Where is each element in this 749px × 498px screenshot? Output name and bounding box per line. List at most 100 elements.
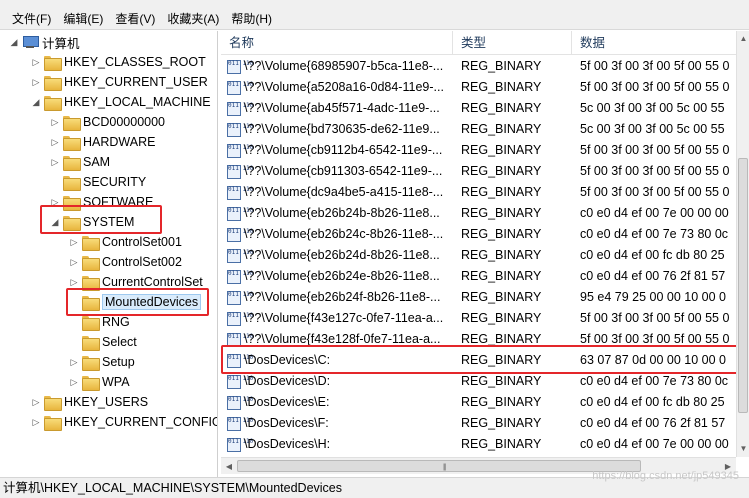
table-row[interactable]: 011 110 \??\Volume{cb911303-6542-11e9-...… (221, 161, 736, 182)
value-type: REG_BINARY (461, 143, 542, 157)
value-name-cell: 011 110 \DosDevices\H: (227, 434, 455, 455)
folder-icon (82, 335, 100, 351)
horizontal-scroll-thumb[interactable]: ||| (237, 460, 641, 472)
value-data: 95 e4 79 25 00 00 10 00 0 (580, 290, 726, 304)
value-data: 5c 00 3f 00 3f 00 5c 00 55 (580, 122, 725, 136)
folder-icon (63, 175, 81, 191)
menu-view[interactable]: 查看(V) (109, 10, 161, 27)
expand-arrow-icon[interactable]: ▷ (30, 417, 42, 428)
expand-arrow-icon[interactable]: ▷ (30, 397, 42, 408)
table-row[interactable]: 011 110 \??\Volume{dc9a4be5-a415-11e8-...… (221, 182, 736, 203)
value-data: 5f 00 3f 00 3f 00 5f 00 55 0 (580, 164, 730, 178)
table-row[interactable]: 011 110 \??\Volume{a5208a16-0d84-11e9-...… (221, 77, 736, 98)
tree-node[interactable]: ▷ Setup (68, 352, 135, 372)
value-name: \??\Volume{eb26b24e-8b26-11e8... (244, 269, 440, 283)
tree-node[interactable]: ▷ HKEY_USERS (30, 392, 148, 412)
collapse-arrow-icon[interactable]: ◢ (8, 37, 20, 48)
table-row[interactable]: 011 110 \??\Volume{ab45f571-4adc-11e9-...… (221, 98, 736, 119)
tree-node[interactable]: ▷ HKEY_CURRENT_USER (30, 72, 208, 92)
expand-arrow-icon[interactable]: ▷ (68, 257, 80, 268)
table-row[interactable]: 011 110 \??\Volume{eb26b24d-8b26-11e8... R… (221, 245, 736, 266)
table-row[interactable]: 011 110 \??\Volume{cb9112b4-6542-11e9-...… (221, 140, 736, 161)
scroll-up-icon[interactable]: ▲ (737, 31, 749, 47)
menu-file[interactable]: 文件(F) (6, 10, 57, 27)
expand-arrow-icon[interactable]: ▷ (68, 357, 80, 368)
tree-node-label: HARDWARE (83, 135, 156, 149)
tree-node[interactable]: ▷ HKEY_CLASSES_ROOT (30, 52, 206, 72)
values-list[interactable]: 名称 类型 数据 011 110 \??\Volume{68985907-b5ca… (221, 31, 736, 457)
expand-arrow-icon[interactable]: ▷ (68, 377, 80, 388)
tree-node[interactable]: ◢ HKEY_LOCAL_MACHINE (30, 92, 211, 112)
value-name-cell: 011 110 \??\Volume{eb26b24b-8b26-11e8... (227, 203, 455, 224)
tree-node[interactable]: ▷ BCD00000000 (49, 112, 165, 132)
folder-icon (82, 255, 100, 271)
folder-icon (44, 395, 62, 411)
scroll-left-icon[interactable]: ◀ (221, 458, 237, 475)
value-data: 5f 00 3f 00 3f 00 5f 00 55 0 (580, 311, 730, 325)
value-type: REG_BINARY (461, 185, 542, 199)
highlight-box-dosdevices-c (221, 345, 747, 374)
value-type: REG_BINARY (461, 80, 542, 94)
tree-node[interactable]: ▷ HKEY_CURRENT_CONFIG (30, 412, 217, 432)
tree-node[interactable]: ▷ WPA (68, 372, 130, 392)
binary-value-icon: 011 110 (227, 437, 253, 452)
table-row[interactable]: 011 110 \??\Volume{68985907-b5ca-11e8-...… (221, 56, 736, 77)
tree-node[interactable]: Select (68, 332, 137, 352)
value-name-cell: 011 110 \??\Volume{eb26b24d-8b26-11e8... (227, 245, 455, 266)
collapse-arrow-icon[interactable]: ◢ (30, 97, 42, 108)
expand-arrow-icon[interactable]: ▷ (30, 57, 42, 68)
binary-value-icon: 011 110 (227, 185, 253, 200)
table-row[interactable]: 011 110 \??\Volume{eb26b24f-8b26-11e8-...… (221, 287, 736, 308)
table-row[interactable]: 011 110 \??\Volume{eb26b24b-8b26-11e8... R… (221, 203, 736, 224)
value-name: \??\Volume{cb9112b4-6542-11e9-... (244, 143, 443, 157)
tree-node-label: 计算机 (42, 36, 80, 51)
value-data: c0 e0 d4 ef 00 7e 00 00 00 (580, 437, 729, 451)
value-name-cell: 011 110 \DosDevices\F: (227, 413, 455, 434)
table-row[interactable]: 011 110 \??\Volume{eb26b24c-8b26-11e8-...… (221, 224, 736, 245)
column-header-data[interactable]: 数据 (572, 31, 736, 55)
tree-node-label: HKEY_CURRENT_USER (64, 75, 208, 89)
menu-edit[interactable]: 编辑(E) (57, 10, 109, 27)
menu-help[interactable]: 帮助(H) (225, 10, 278, 27)
vertical-scrollbar[interactable]: ▲ ▼ (736, 31, 749, 457)
table-row[interactable]: 011 110 \DosDevices\F: REG_BINARY c0 e0 d4 … (221, 413, 736, 434)
tree-node[interactable]: ▷ HARDWARE (49, 132, 155, 152)
binary-value-icon: 011 110 (227, 164, 253, 179)
computer-icon (22, 35, 39, 49)
tree-node[interactable]: ▷ ControlSet002 (68, 252, 182, 272)
value-type: REG_BINARY (461, 227, 542, 241)
expand-arrow-icon[interactable]: ▷ (49, 117, 61, 128)
table-row[interactable]: 011 110 \DosDevices\H: REG_BINARY c0 e0 d4 … (221, 434, 736, 455)
tree-node[interactable]: ▷ SAM (49, 152, 110, 172)
table-row[interactable]: 011 110 \??\Volume{bd730635-de62-11e9... R… (221, 119, 736, 140)
tree-node[interactable]: ▷ ControlSet001 (68, 232, 182, 252)
value-data: c0 e0 d4 ef 00 76 2f 81 57 (580, 416, 726, 430)
tree-node-label: CurrentControlSet (102, 275, 203, 289)
scroll-down-icon[interactable]: ▼ (737, 441, 749, 457)
tree-node-label: SECURITY (83, 175, 147, 189)
table-row[interactable]: 011 110 \??\Volume{eb26b24e-8b26-11e8... R… (221, 266, 736, 287)
expand-arrow-icon[interactable]: ▷ (30, 77, 42, 88)
menu-favorites[interactable]: 收藏夹(A) (161, 10, 225, 27)
expand-arrow-icon[interactable]: ▷ (68, 277, 80, 288)
value-type: REG_BINARY (461, 248, 542, 262)
value-type: REG_BINARY (461, 290, 542, 304)
tree-node[interactable]: SECURITY (49, 172, 146, 192)
table-row[interactable]: 011 110 \??\Volume{f43e127c-0fe7-11ea-a..… (221, 308, 736, 329)
value-name-cell: 011 110 \??\Volume{cb911303-6542-11e9-... (227, 161, 455, 182)
vertical-scroll-thumb[interactable] (738, 158, 748, 413)
expand-arrow-icon[interactable]: ▷ (49, 137, 61, 148)
value-type: REG_BINARY (461, 416, 542, 430)
binary-value-icon: 011 110 (227, 248, 253, 263)
column-header-name[interactable]: 名称 (221, 31, 453, 55)
expand-arrow-icon[interactable]: ▷ (49, 157, 61, 168)
registry-tree[interactable]: ◢ 计算机 ▷ HKEY_CLASSES_ROOT ▷ HKEY_CURRENT_US… (0, 31, 218, 477)
value-name: \??\Volume{dc9a4be5-a415-11e8-... (244, 185, 444, 199)
column-header-type[interactable]: 类型 (453, 31, 572, 55)
table-row[interactable]: 011 110 \DosDevices\E: REG_BINARY c0 e0 d4 … (221, 392, 736, 413)
tree-node-computer[interactable]: ◢ 计算机 (8, 32, 80, 52)
value-name-cell: 011 110 \??\Volume{eb26b24f-8b26-11e8-... (227, 287, 455, 308)
expand-arrow-icon[interactable]: ▷ (68, 237, 80, 248)
table-row[interactable]: 011 110 \DosDevices\D: REG_BINARY c0 e0 d4 … (221, 371, 736, 392)
value-type: REG_BINARY (461, 59, 542, 73)
